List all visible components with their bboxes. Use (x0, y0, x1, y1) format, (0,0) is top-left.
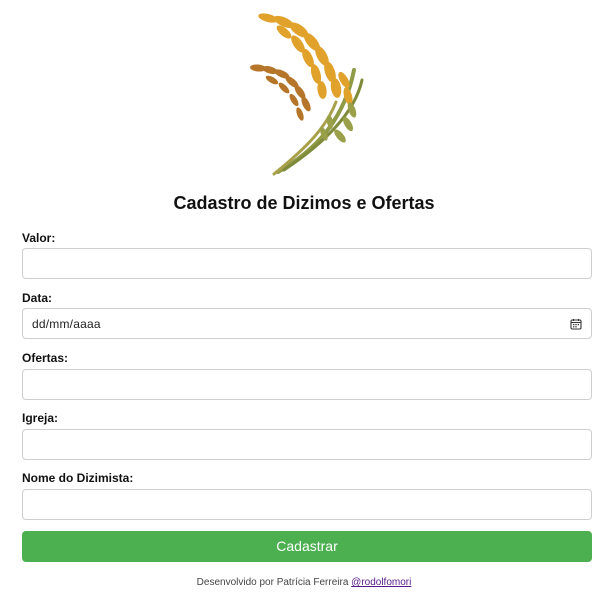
data-label: Data: (22, 291, 53, 305)
footer-link[interactable]: @rodolfomori (351, 577, 411, 588)
page: Cadastro de Dizimos e Ofertas Valor: Dat… (0, 0, 608, 607)
calendar-icon[interactable] (570, 318, 582, 330)
page-title: Cadastro de Dizimos e Ofertas (173, 193, 435, 213)
cadastrar-button[interactable]: Cadastrar (22, 531, 592, 562)
ofertas-label: Ofertas: (22, 351, 69, 365)
date-placeholder: dd/mm/aaaa (32, 316, 101, 331)
footer: Desenvolvido por Patrícia Ferreira @rodo… (0, 576, 608, 590)
ofertas-input[interactable] (22, 369, 592, 400)
valor-label: Valor: (22, 231, 56, 245)
footer-text: Desenvolvido por Patrícia Ferreira (196, 577, 349, 588)
valor-input[interactable] (22, 248, 592, 279)
igreja-input[interactable] (22, 429, 592, 460)
wheat-logo-icon (250, 13, 364, 176)
nome-dizimista-input[interactable] (22, 489, 592, 520)
date-input[interactable]: dd/mm/aaaa (22, 308, 592, 339)
nome-dizimista-label: Nome do Dizimista: (22, 471, 134, 485)
igreja-label: Igreja: (22, 411, 59, 425)
